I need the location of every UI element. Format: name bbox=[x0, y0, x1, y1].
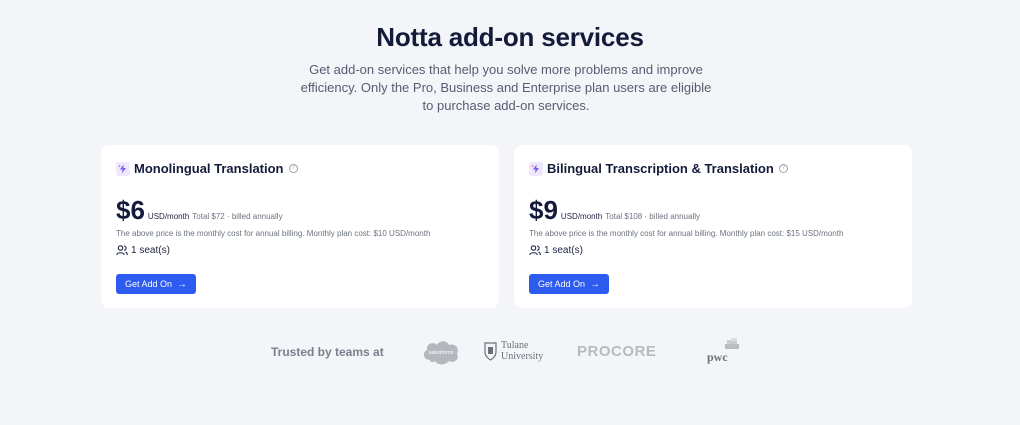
price-unit: USD/month bbox=[560, 212, 603, 221]
seat-info: 1 seat(s) bbox=[529, 245, 583, 256]
card-header: Monolingual Translation ? bbox=[116, 161, 298, 176]
price-note: The above price is the monthly cost for … bbox=[116, 229, 431, 238]
get-add-on-button[interactable]: Get Add On → bbox=[529, 274, 609, 294]
page-title: Notta add-on services bbox=[376, 22, 644, 52]
seat-info: 1 seat(s) bbox=[116, 245, 170, 256]
tulane-logo: Tulane University bbox=[484, 340, 543, 362]
tulane-shield-icon bbox=[484, 342, 497, 361]
arrow-right-icon: → bbox=[590, 278, 601, 290]
tulane-line1: Tulane bbox=[501, 340, 529, 351]
help-circle-icon[interactable]: ? bbox=[288, 164, 298, 173]
button-label: Get Add On bbox=[537, 279, 586, 289]
salesforce-logo: salesforce bbox=[421, 338, 461, 371]
price-row: $6 USD/month Total $72 · billed annually bbox=[116, 195, 283, 226]
card-title: Bilingual Transcription & Translation bbox=[547, 161, 774, 176]
price-value: $6 bbox=[116, 195, 145, 225]
card-header: Bilingual Transcription & Translation ? bbox=[529, 161, 788, 176]
addon-sparkle-icon bbox=[116, 161, 130, 176]
page-subtitle: Get add-on services that help you solve … bbox=[300, 62, 712, 113]
salesforce-text: salesforce bbox=[428, 350, 453, 356]
price-total: Total $72 · billed annually bbox=[192, 212, 283, 221]
price-unit: USD/month bbox=[147, 212, 190, 221]
seat-count: 1 seat(s) bbox=[131, 245, 170, 256]
price-total: Total $108 · billed annually bbox=[605, 212, 701, 221]
users-icon bbox=[529, 245, 541, 256]
trusted-label: Trusted by teams at bbox=[271, 345, 384, 359]
get-add-on-button[interactable]: Get Add On → bbox=[116, 274, 196, 294]
procore-logo: PROCORE bbox=[577, 343, 657, 360]
price-value: $9 bbox=[529, 195, 558, 225]
addon-card-bilingual: Bilingual Transcription & Translation ? … bbox=[514, 145, 912, 308]
arrow-right-icon: → bbox=[177, 278, 188, 290]
pwc-logo: pwc bbox=[707, 338, 743, 366]
help-circle-icon[interactable]: ? bbox=[778, 164, 788, 173]
price-note: The above price is the monthly cost for … bbox=[529, 229, 844, 238]
addon-card-monolingual: Monolingual Translation ? $6 USD/month T… bbox=[101, 145, 499, 308]
button-label: Get Add On bbox=[124, 279, 173, 289]
card-title: Monolingual Translation bbox=[134, 161, 284, 176]
users-icon bbox=[116, 245, 128, 256]
addon-sparkle-icon bbox=[529, 161, 543, 176]
price-row: $9 USD/month Total $108 · billed annuall… bbox=[529, 195, 700, 226]
tulane-line2: University bbox=[501, 351, 544, 362]
seat-count: 1 seat(s) bbox=[544, 245, 583, 256]
pwc-text: pwc bbox=[707, 350, 728, 364]
